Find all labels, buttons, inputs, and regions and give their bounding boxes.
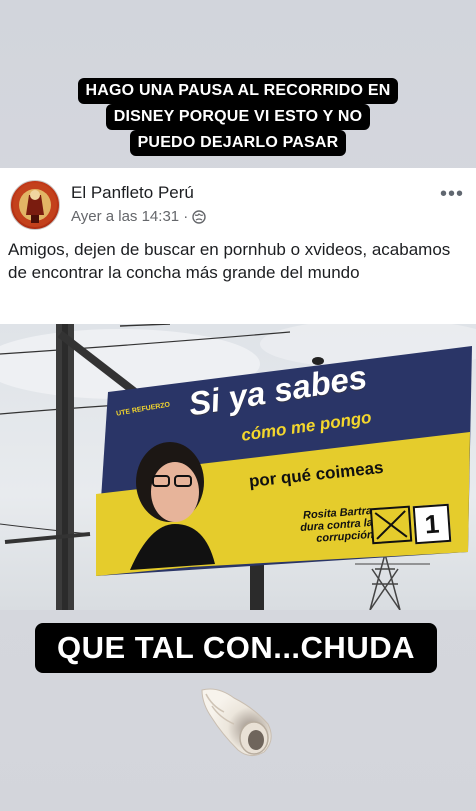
caption-line: HAGO UNA PAUSA AL RECORRIDO EN	[77, 78, 399, 104]
post-meta: Ayer a las 14:31 ·	[71, 208, 206, 225]
billboard-name-block: Rosita Bartra dura contra la corrupción	[299, 505, 374, 546]
post-timestamp[interactable]: Ayer a las 14:31 ·	[71, 208, 188, 225]
globe-icon	[192, 209, 206, 224]
caption-line: PUEDO DEJARLO PASAR	[129, 130, 347, 156]
billboard-photo: UTE REFUERZO Si ya sabes cómo me pongo p…	[0, 324, 476, 610]
billboard-ballot-number: 1	[412, 503, 452, 545]
caption-line: DISNEY PORQUE VI ESTO Y NO	[105, 104, 371, 130]
page-name[interactable]: El Panfleto Perú	[71, 183, 194, 203]
story-caption-top: HAGO UNA PAUSA AL RECORRIDO EN DISNEY PO…	[0, 78, 476, 156]
billboard-scene	[0, 324, 476, 610]
facebook-post-card: El Panfleto Perú Ayer a las 14:31 · ••• …	[0, 168, 476, 324]
more-options-icon[interactable]: •••	[440, 184, 464, 204]
spiral-shell-icon	[198, 684, 276, 760]
page-avatar[interactable]	[10, 180, 60, 230]
story-caption-bottom: QUE TAL CON...CHUDA	[35, 623, 437, 673]
post-text: Amigos, dejen de buscar en pornhub o xvi…	[8, 240, 451, 282]
